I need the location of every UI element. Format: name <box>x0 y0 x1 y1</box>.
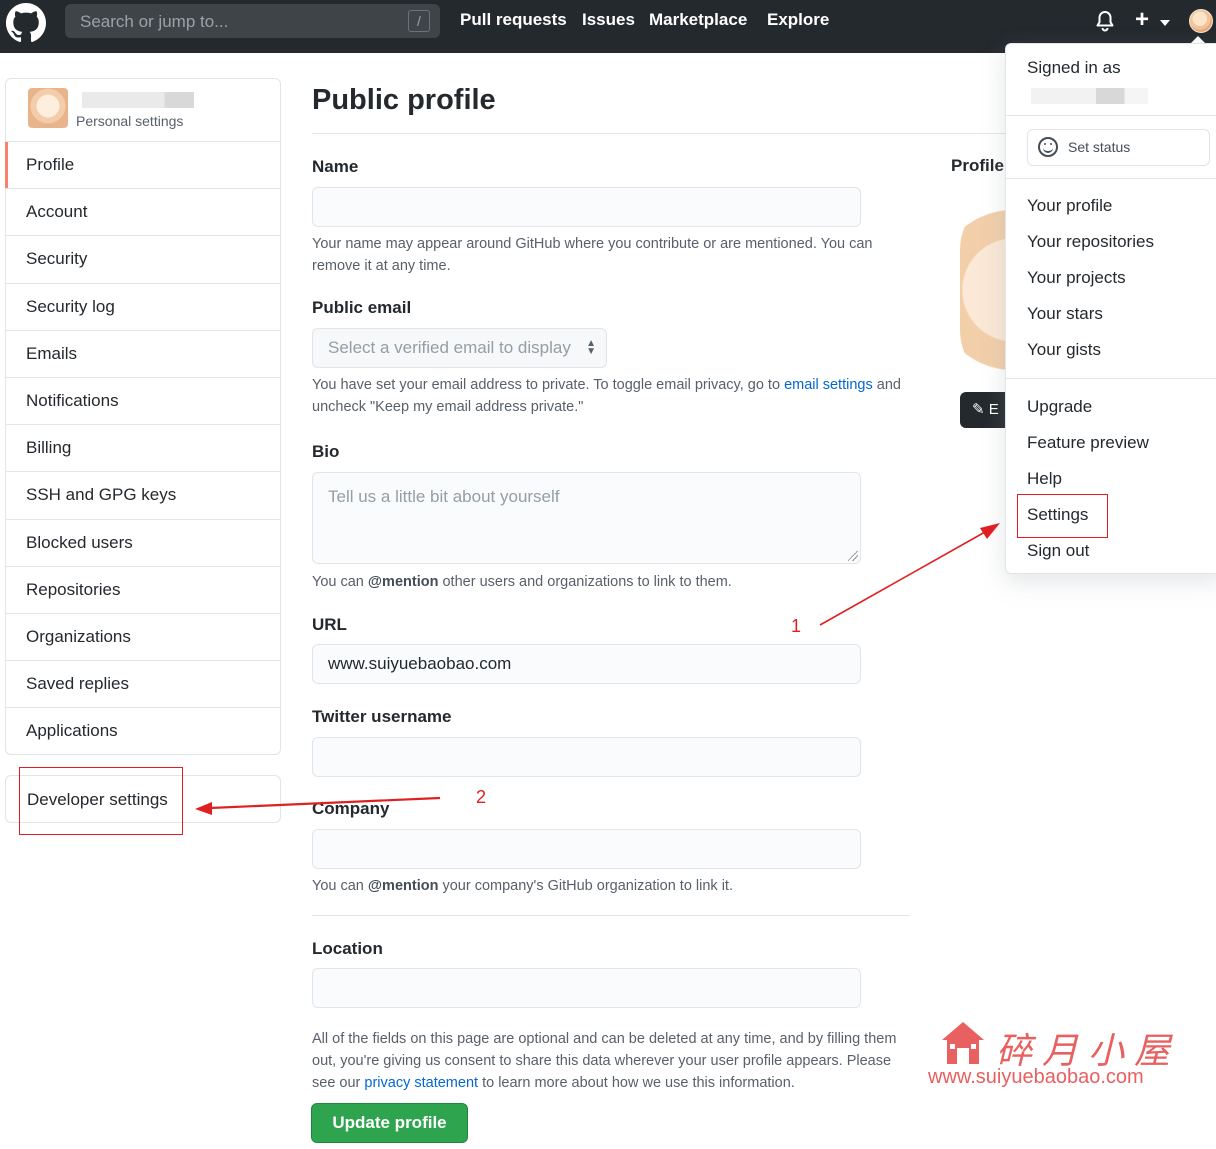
divider <box>312 915 910 916</box>
smiley-icon <box>1038 137 1058 157</box>
menu-your-gists[interactable]: Your gists <box>1027 340 1101 360</box>
sidebar-item-notifications[interactable]: Notifications <box>6 378 280 426</box>
profile-picture-label: Profile <box>951 156 1004 175</box>
location-label: Location <box>312 939 383 958</box>
sidebar-item-profile[interactable]: Profile <box>5 142 280 190</box>
username-redacted <box>76 92 194 108</box>
public-email-selected: Select a verified email to display <box>328 338 571 357</box>
pencil-icon: ✎ <box>972 401 985 418</box>
menu-your-repositories[interactable]: Your repositories <box>1027 232 1154 252</box>
url-label: URL <box>312 615 347 634</box>
set-status-label: Set status <box>1068 139 1131 155</box>
developer-settings-highlight-box <box>19 767 183 835</box>
bio-note-text: You can <box>312 574 364 590</box>
update-profile-button[interactable]: Update profile <box>311 1103 468 1143</box>
settings-highlight-box <box>1017 494 1108 538</box>
sidebar-item-security[interactable]: Security <box>6 236 280 284</box>
sidebar-item-billing[interactable]: Billing <box>6 425 280 473</box>
menu-help[interactable]: Help <box>1027 469 1062 489</box>
location-field[interactable] <box>312 968 861 1008</box>
arrow-head-1 <box>980 523 1000 539</box>
house-logo-icon <box>942 1022 984 1064</box>
edit-picture-label: E <box>988 401 999 418</box>
twitter-field[interactable] <box>312 737 861 777</box>
sidebar-header: Personal settings <box>6 79 280 142</box>
company-note-text: You can <box>312 878 364 894</box>
bell-icon[interactable] <box>1093 9 1117 33</box>
bio-label: Bio <box>312 442 340 461</box>
menu-upgrade[interactable]: Upgrade <box>1027 397 1092 417</box>
signed-in-username-redacted <box>1018 88 1148 104</box>
sidebar-subtitle: Personal settings <box>76 113 184 129</box>
name-note: Your name may appear around GitHub where… <box>312 236 873 274</box>
annotation-step-1: 1 <box>791 616 802 636</box>
bio-placeholder: Tell us a little bit about yourself <box>328 487 560 506</box>
divider <box>1006 178 1216 179</box>
sidebar-item-ssh-gpg-keys[interactable]: SSH and GPG keys <box>6 472 280 520</box>
resize-grip-icon[interactable] <box>848 551 858 561</box>
email-note-text: You have set your email address to priva… <box>312 377 781 393</box>
email-settings-link[interactable]: email settings <box>784 377 873 393</box>
divider <box>1006 378 1216 379</box>
twitter-label: Twitter username <box>312 707 452 726</box>
company-label: Company <box>312 799 390 818</box>
footer-note-text-2: to learn more about how we use this info… <box>482 1075 795 1091</box>
sidebar-item-organizations[interactable]: Organizations <box>6 614 280 662</box>
nav-explore[interactable]: Explore <box>767 10 829 30</box>
divider <box>312 133 1012 134</box>
sidebar-item-applications[interactable]: Applications <box>6 708 280 755</box>
public-email-select[interactable]: Select a verified email to display ▲ ▼ <box>312 328 607 368</box>
page-title: Public profile <box>312 84 496 116</box>
select-arrows-icon: ▲ ▼ <box>586 338 596 357</box>
company-note: You can @mention your company's GitHub o… <box>312 875 733 897</box>
chevron-down-icon <box>1160 20 1170 26</box>
sidebar-item-emails[interactable]: Emails <box>6 331 280 378</box>
divider <box>1006 115 1216 116</box>
sidebar-item-account[interactable]: Account <box>6 189 280 237</box>
company-field[interactable] <box>312 829 861 869</box>
email-note: You have set your email address to priva… <box>312 374 902 418</box>
menu-feature-preview[interactable]: Feature preview <box>1027 433 1149 453</box>
menu-your-projects[interactable]: Your projects <box>1027 268 1126 288</box>
create-new-plus-icon[interactable]: + <box>1135 6 1149 34</box>
bio-note-text-2: other users and organizations to link to… <box>442 574 732 590</box>
github-logo-icon[interactable] <box>6 3 46 43</box>
name-label: Name <box>312 157 359 176</box>
sidebar-item-saved-replies[interactable]: Saved replies <box>6 661 280 709</box>
avatar <box>28 88 68 128</box>
sidebar-item-repositories[interactable]: Repositories <box>6 567 280 614</box>
nav-pull-requests[interactable]: Pull requests <box>460 10 567 30</box>
set-status-button[interactable]: Set status <box>1027 129 1210 166</box>
signed-in-as-label: Signed in as <box>1027 58 1121 77</box>
bio-note-mention: @mention <box>367 574 439 590</box>
name-field[interactable] <box>312 187 861 227</box>
search-shortcut-key: / <box>408 10 430 32</box>
public-email-label: Public email <box>312 298 412 317</box>
sidebar-item-security-log[interactable]: Security log <box>6 284 280 331</box>
nav-marketplace[interactable]: Marketplace <box>649 10 747 30</box>
watermark-url: www.suiyuebaobao.com <box>928 1066 1144 1088</box>
menu-your-stars[interactable]: Your stars <box>1027 304 1103 324</box>
user-avatar-menu[interactable] <box>1189 9 1213 33</box>
footer-note: All of the fields on this page are optio… <box>312 1028 912 1094</box>
bio-note: You can @mention other users and organiz… <box>312 571 732 593</box>
settings-sidebar: Personal settings Profile Account Securi… <box>5 78 281 755</box>
sidebar-item-blocked-users[interactable]: Blocked users <box>6 520 280 567</box>
search-placeholder: Search or jump to... <box>80 12 229 31</box>
url-field[interactable]: www.suiyuebaobao.com <box>312 644 861 684</box>
company-note-mention: @mention <box>367 878 439 894</box>
menu-your-profile[interactable]: Your profile <box>1027 196 1112 216</box>
bio-textarea[interactable]: Tell us a little bit about yourself <box>312 472 861 564</box>
company-note-text-2: your company's GitHub organization to li… <box>442 878 733 894</box>
annotation-step-2: 2 <box>476 787 487 807</box>
nav-issues[interactable]: Issues <box>582 10 635 30</box>
menu-sign-out[interactable]: Sign out <box>1027 541 1089 561</box>
privacy-statement-link[interactable]: privacy statement <box>364 1075 478 1091</box>
search-input[interactable]: Search or jump to... / <box>65 4 440 38</box>
